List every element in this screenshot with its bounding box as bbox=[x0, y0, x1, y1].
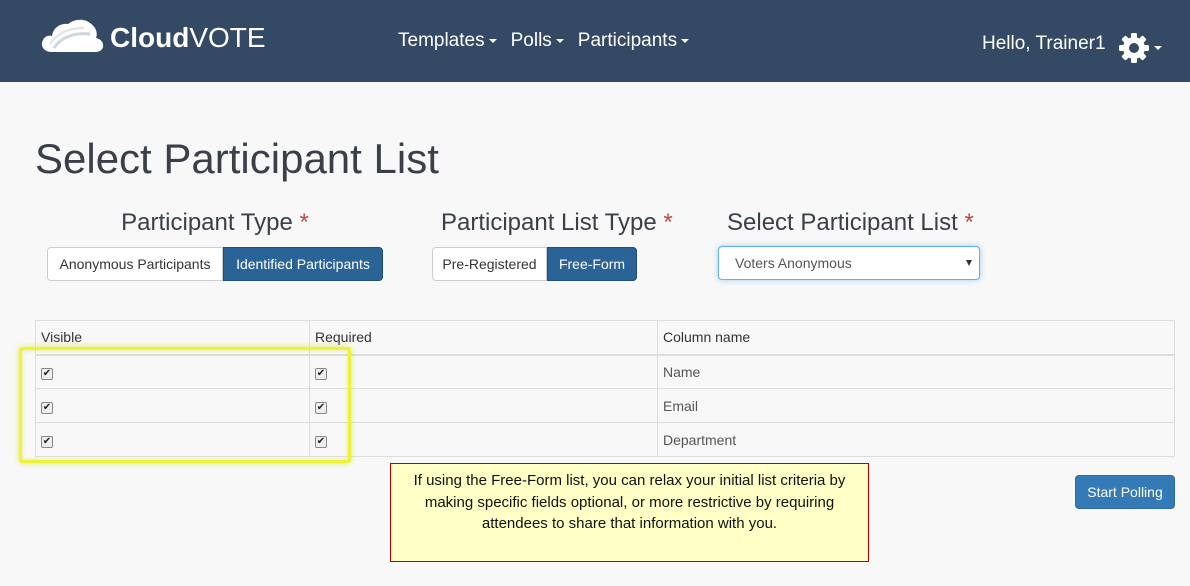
columns-table: Visible Required Column name ✔ ✔ Name ✔ … bbox=[35, 320, 1175, 457]
required-cell: ✔ bbox=[309, 354, 658, 389]
list-type-toggle: Pre-Registered Free-Form bbox=[432, 247, 637, 281]
column-name-cell: Name bbox=[657, 354, 1175, 389]
cloudvote-logo[interactable]: CloudVOTE bbox=[40, 16, 270, 56]
free-form-button[interactable]: Free-Form bbox=[547, 247, 637, 281]
visible-cell: ✔ bbox=[35, 388, 310, 423]
list-type-label-text: Participant List Type bbox=[441, 209, 657, 236]
table-row: ✔ ✔ Email bbox=[35, 388, 1175, 423]
table-row: ✔ ✔ Department bbox=[35, 422, 1175, 457]
participant-list-select[interactable]: Voters Anonymous bbox=[718, 246, 980, 280]
user-greeting: Hello, Trainer1 bbox=[982, 33, 1106, 54]
list-type-label: Participant List Type * bbox=[418, 209, 678, 237]
column-name-cell: Email bbox=[657, 388, 1175, 423]
nav-polls[interactable]: Polls bbox=[511, 30, 564, 52]
page-title: Select Participant List bbox=[35, 135, 439, 182]
required-cell: ✔ bbox=[309, 388, 658, 423]
dropdown-arrow-icon bbox=[966, 260, 972, 266]
select-list-group: Select Participant List * bbox=[720, 209, 982, 237]
cloud-logo-icon bbox=[41, 19, 104, 52]
anonymous-participants-button[interactable]: Anonymous Participants bbox=[47, 247, 223, 281]
required-mark: * bbox=[299, 209, 309, 236]
nav-participants-label: Participants bbox=[577, 30, 678, 51]
main-nav: Templates Polls Participants bbox=[398, 30, 690, 52]
start-polling-button[interactable]: Start Polling bbox=[1075, 475, 1175, 509]
visible-cell: ✔ bbox=[35, 354, 310, 389]
required-cell: ✔ bbox=[309, 422, 658, 457]
select-list-label-text: Select Participant List bbox=[727, 209, 958, 236]
participant-type-label-text: Participant Type bbox=[121, 209, 293, 236]
nav-templates[interactable]: Templates bbox=[398, 30, 497, 52]
participant-type-toggle: Anonymous Participants Identified Partic… bbox=[47, 247, 383, 281]
chevron-down-icon bbox=[555, 39, 564, 43]
table-header-row: Visible Required Column name bbox=[35, 320, 1175, 356]
chevron-down-icon bbox=[681, 39, 690, 43]
column-name-cell: Department bbox=[657, 422, 1175, 457]
chevron-down-icon bbox=[1154, 46, 1162, 50]
select-list-label: Select Participant List * bbox=[720, 209, 982, 237]
settings-menu[interactable] bbox=[1118, 32, 1162, 64]
required-mark: * bbox=[964, 209, 974, 236]
visible-checkbox[interactable]: ✔ bbox=[41, 402, 53, 414]
participant-type-group: Participant Type * Anonymous Participant… bbox=[47, 209, 383, 281]
pre-registered-button[interactable]: Pre-Registered bbox=[432, 247, 547, 281]
chevron-down-icon bbox=[488, 39, 497, 43]
header-visible: Visible bbox=[35, 320, 310, 356]
visible-checkbox[interactable]: ✔ bbox=[41, 368, 53, 381]
nav-participants[interactable]: Participants bbox=[577, 30, 690, 52]
required-mark: * bbox=[663, 209, 673, 236]
header-column-name: Column name bbox=[657, 320, 1175, 356]
required-checkbox[interactable]: ✔ bbox=[315, 402, 327, 414]
visible-cell: ✔ bbox=[35, 422, 310, 457]
gear-icon bbox=[1119, 33, 1149, 63]
nav-templates-label: Templates bbox=[398, 30, 485, 51]
participant-list-select-value: Voters Anonymous bbox=[735, 255, 852, 271]
identified-participants-button[interactable]: Identified Participants bbox=[223, 247, 383, 281]
required-checkbox[interactable]: ✔ bbox=[315, 368, 327, 381]
table-row: ✔ ✔ Name bbox=[35, 354, 1175, 389]
required-checkbox[interactable]: ✔ bbox=[315, 436, 327, 448]
visible-checkbox[interactable]: ✔ bbox=[41, 436, 53, 448]
brand-name: CloudVOTE bbox=[110, 22, 266, 53]
list-type-group: Participant List Type * Pre-Registered F… bbox=[432, 209, 673, 281]
participant-type-label: Participant Type * bbox=[47, 209, 383, 237]
tutorial-callout: If using the Free-Form list, you can rel… bbox=[390, 463, 869, 562]
top-navbar: CloudVOTE Templates Polls Participants H… bbox=[0, 0, 1190, 82]
header-required: Required bbox=[309, 320, 658, 356]
nav-polls-label: Polls bbox=[510, 30, 552, 51]
